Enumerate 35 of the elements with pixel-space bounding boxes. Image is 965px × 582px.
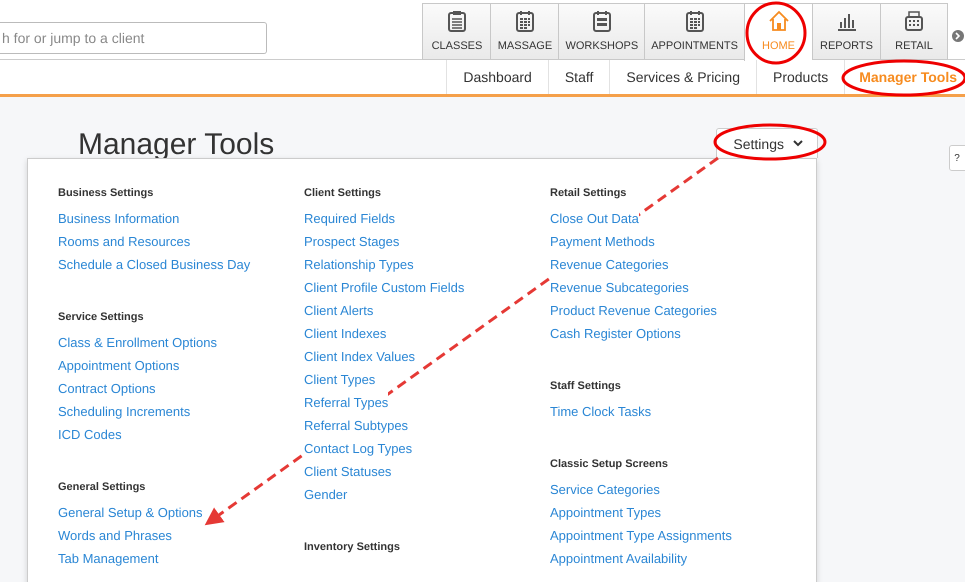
settings-link[interactable]: Referral Subtypes bbox=[304, 414, 408, 437]
calendar-icon bbox=[514, 10, 535, 32]
nav-tab[interactable]: REPORTS bbox=[812, 3, 880, 60]
scroll-right-icon[interactable] bbox=[951, 29, 965, 43]
home-icon bbox=[768, 10, 790, 32]
list-icon bbox=[592, 10, 612, 32]
section-heading: Service Settings bbox=[58, 311, 145, 323]
settings-link[interactable]: Revenue Categories bbox=[550, 253, 669, 276]
section-heading: Classic Setup Screens bbox=[550, 458, 670, 470]
cash-register-icon bbox=[903, 10, 925, 32]
nav-tab[interactable]: MASSAGE bbox=[490, 3, 558, 60]
nav-tab[interactable]: RETAIL bbox=[880, 3, 948, 60]
highlight-ellipse bbox=[746, 2, 806, 64]
section-heading: Retail Settings bbox=[550, 187, 628, 199]
sub-nav-tab[interactable]: Staff bbox=[548, 60, 610, 94]
sub-nav-tab[interactable]: Dashboard bbox=[446, 60, 548, 94]
help-tab[interactable]: ? bbox=[949, 145, 965, 171]
sub-nav-tab[interactable]: Manager Tools bbox=[844, 60, 965, 94]
clipboard-icon bbox=[446, 10, 467, 32]
sub-nav-tab[interactable]: Services & Pricing bbox=[609, 60, 756, 94]
chevron-down-icon bbox=[793, 140, 803, 147]
nav-tab[interactable]: APPOINTMENTS bbox=[644, 3, 744, 60]
section-heading: Client Settings bbox=[304, 187, 382, 199]
section-heading: Inventory Settings bbox=[304, 541, 401, 553]
section-heading: Staff Settings bbox=[550, 380, 622, 392]
nav-tab[interactable]: CLASSES bbox=[422, 3, 490, 60]
settings-link[interactable]: Payment Methods bbox=[550, 230, 655, 253]
nav-tab[interactable]: WORKSHOPS bbox=[558, 3, 644, 60]
section-heading: Business Settings bbox=[58, 187, 154, 199]
page-title: Manager Tools bbox=[78, 128, 274, 158]
search-field[interactable]: h for or jump to a client bbox=[0, 22, 267, 54]
calendar-icon bbox=[684, 10, 705, 32]
settings-link[interactable]: Referral Types bbox=[304, 391, 388, 414]
sub-nav-tab[interactable]: Products bbox=[756, 60, 844, 94]
section-heading: General Settings bbox=[58, 481, 146, 493]
